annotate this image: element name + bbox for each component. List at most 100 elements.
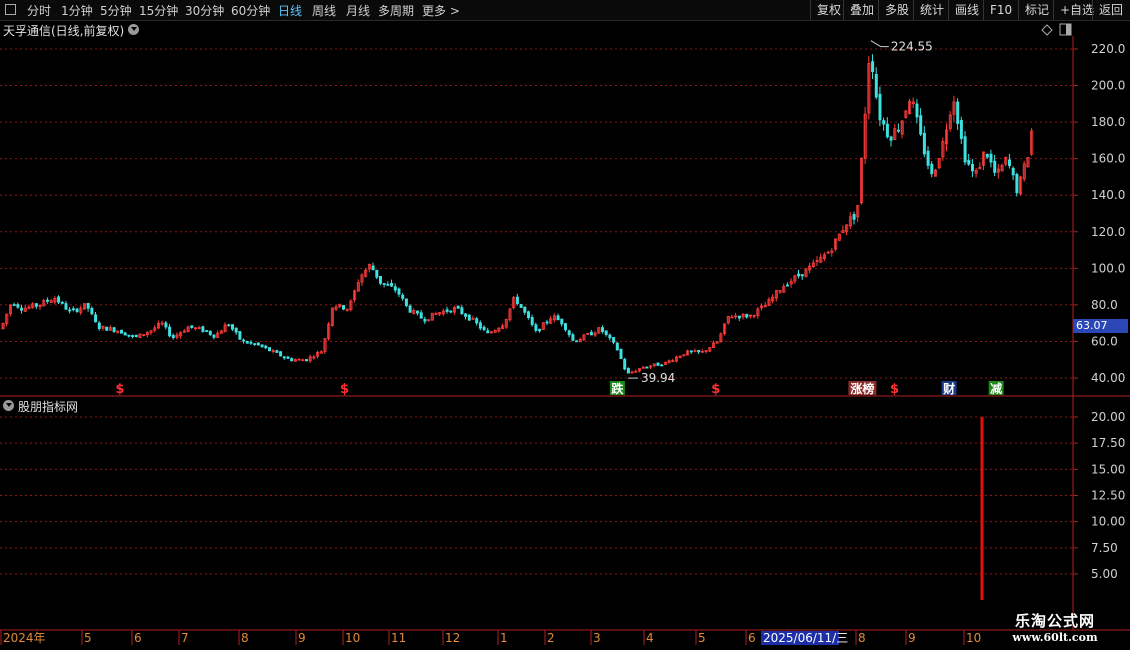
candle [20, 304, 24, 314]
candle [1004, 156, 1008, 167]
candle [271, 348, 275, 354]
candle [86, 302, 90, 312]
candle-body [601, 327, 605, 332]
candle [941, 137, 945, 161]
event-marker[interactable]: 财 [941, 381, 957, 396]
candle [378, 275, 382, 286]
candle-body [249, 341, 253, 344]
candle [534, 322, 538, 333]
event-marker[interactable]: $ [115, 382, 124, 397]
candle-body [871, 61, 875, 73]
candle-body [852, 214, 856, 220]
candle [823, 252, 827, 262]
candle-body [897, 129, 901, 132]
event-marker[interactable]: 涨榜 [848, 381, 877, 396]
candle [937, 157, 941, 170]
candle-body [404, 298, 408, 307]
candle [134, 334, 138, 338]
indicator-y-label: 12.50 [1091, 489, 1125, 503]
candle [75, 307, 79, 313]
candle [168, 324, 172, 338]
candle [712, 340, 716, 348]
candle [567, 329, 571, 338]
indicator-chevron-icon[interactable] [3, 400, 14, 411]
candle [316, 350, 320, 359]
candle-body [567, 330, 571, 336]
candle-body [90, 307, 94, 315]
event-marker[interactable]: 减 [988, 381, 1004, 396]
candle [79, 305, 83, 316]
candle [786, 282, 790, 287]
candle-body [545, 321, 549, 324]
candle [227, 323, 231, 327]
candle [94, 311, 98, 323]
event-marker[interactable]: $ [890, 382, 899, 397]
candle [993, 154, 997, 177]
layout-toggle-icon[interactable] [1059, 23, 1072, 36]
candle-body [242, 339, 246, 342]
candle [771, 294, 775, 304]
candle [549, 316, 553, 324]
candle [193, 327, 197, 331]
candle [682, 354, 686, 357]
candle-body [619, 348, 623, 360]
candle [601, 325, 605, 334]
event-marker[interactable]: $ [711, 382, 720, 397]
candle [486, 327, 490, 334]
event-marker-label: $ [340, 382, 349, 397]
candle [1015, 172, 1019, 197]
candle [952, 95, 956, 123]
candle [793, 274, 797, 284]
candle [515, 293, 519, 306]
candle [201, 325, 205, 333]
candle [774, 289, 778, 302]
event-marker-label: 减 [990, 381, 1002, 396]
candle [1, 322, 5, 330]
candle-body [993, 160, 997, 173]
candle [641, 365, 645, 369]
candle [756, 306, 760, 319]
event-marker[interactable]: 跌 [609, 381, 625, 396]
candle-body [390, 282, 394, 287]
candle [31, 302, 35, 309]
candle [171, 333, 175, 340]
diamond-icon[interactable] [1041, 24, 1053, 36]
candle [700, 349, 704, 353]
candle [845, 224, 849, 236]
candle-body [282, 356, 286, 359]
candle [815, 256, 819, 267]
candle [800, 274, 804, 280]
candle [293, 358, 297, 362]
candle [127, 334, 131, 338]
candle-body [482, 326, 486, 330]
candle-body [46, 299, 50, 302]
candle [996, 163, 1000, 179]
candle [656, 362, 660, 366]
candle [689, 350, 693, 355]
candle [230, 323, 234, 332]
candle [64, 300, 68, 310]
candle-body [985, 153, 989, 158]
y-tick-label: 140.0 [1091, 188, 1125, 202]
candle [508, 308, 512, 322]
candle [401, 293, 405, 301]
candle [564, 322, 568, 332]
candle-body [386, 283, 390, 286]
candle [393, 283, 397, 293]
candle [260, 344, 264, 348]
candle [408, 304, 412, 314]
event-marker[interactable]: $ [340, 382, 349, 397]
candle-body [212, 334, 216, 338]
kline-chart[interactable]: 220.0200.0180.0160.0140.0120.0100.080.06… [0, 0, 1130, 650]
candle-body [230, 324, 234, 330]
candle-body [874, 73, 878, 98]
candle-body [419, 312, 423, 319]
candle-body [556, 315, 560, 321]
candle-body [275, 350, 279, 353]
candle [715, 341, 719, 344]
candle [597, 327, 601, 334]
candle [811, 259, 815, 268]
candle [1019, 175, 1023, 196]
candle-body [378, 275, 382, 284]
candle [904, 110, 908, 119]
